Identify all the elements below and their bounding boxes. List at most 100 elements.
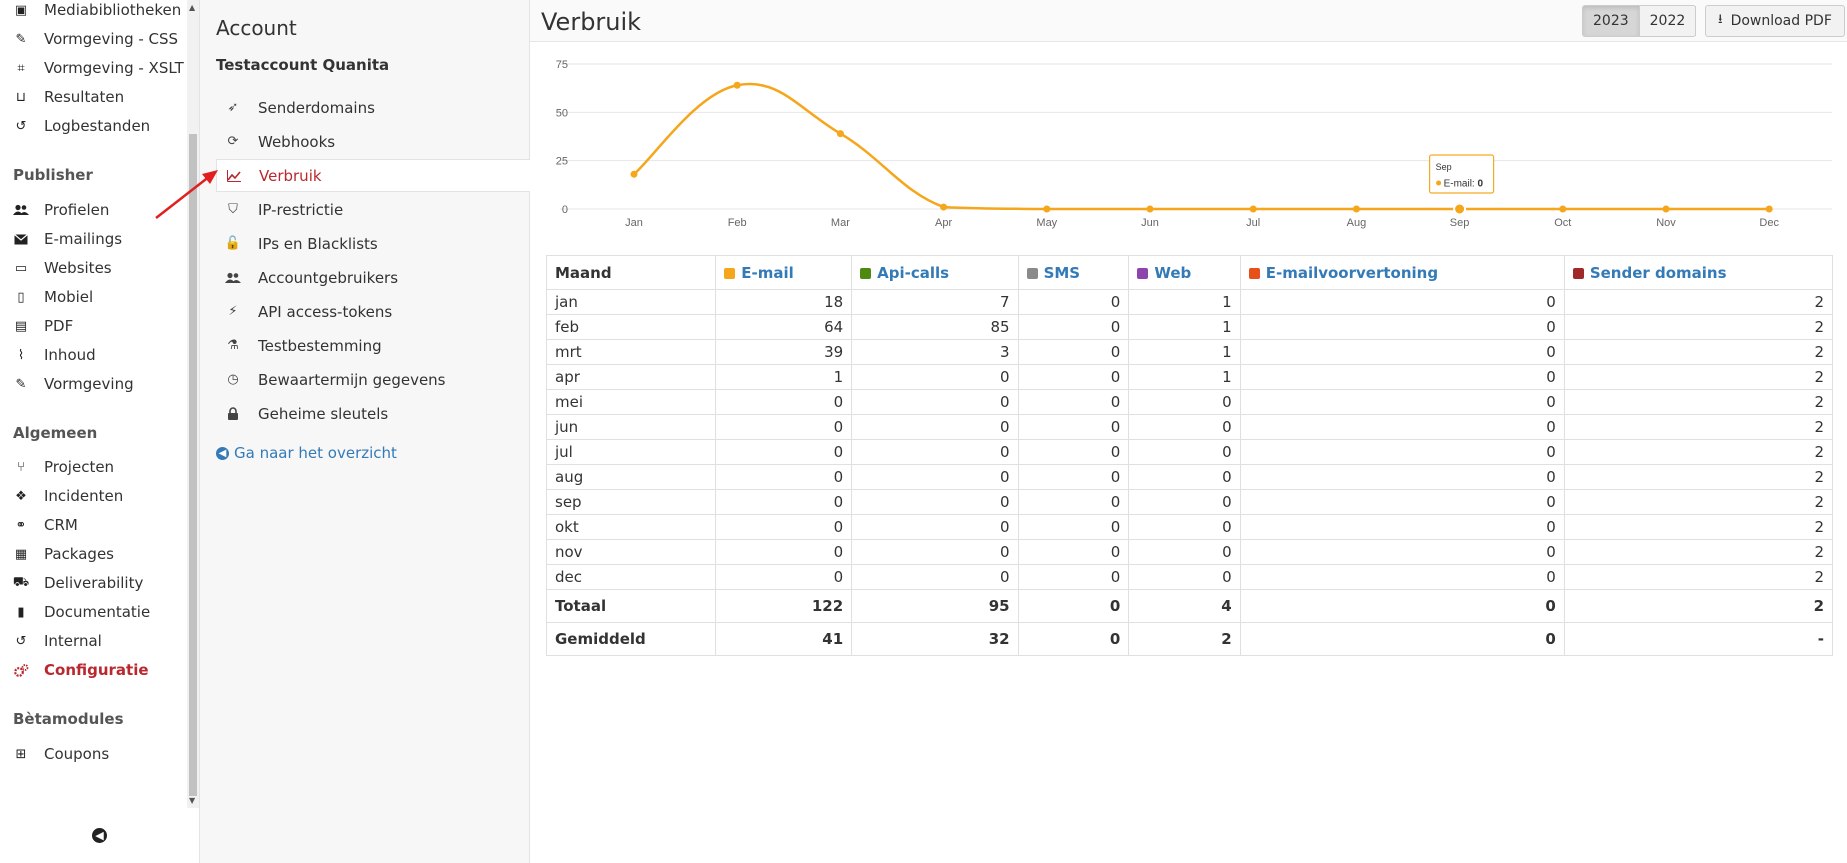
data-point[interactable] [1662,205,1670,213]
nav-item-deliverability[interactable]: ⛟ Deliverability [0,569,186,597]
column-header[interactable]: Api-calls [851,255,1019,290]
column-header-label[interactable]: Web [1154,264,1191,282]
nav-item-internal[interactable]: ↺ Internal [0,627,186,655]
year-2022-button[interactable]: 2022 [1638,6,1696,36]
shield-icon: ⛉ [228,202,238,217]
nav-item-configuratie[interactable]: Configuratie [0,656,186,684]
column-header-label[interactable]: Api-calls [877,264,949,282]
value-cell: 2 [1563,364,1834,390]
account-item-geheime-sleutels[interactable]: Geheime sleutels [216,397,530,430]
month-cell: jul [545,439,717,465]
nav-item-incidenten[interactable]: ❖ Incidenten [0,482,186,510]
column-header[interactable]: Web [1128,255,1241,290]
handshake-icon: ⚭ [15,517,27,533]
nav-item-vormgeving-css[interactable]: ✎ Vormgeving - CSS [0,25,186,53]
nav-item-pdf[interactable]: ▤ PDF [0,312,186,340]
value-cell: 0 [1017,289,1130,315]
left-nav-scrollbar[interactable]: ▲ ▼ [187,0,199,808]
scrollbar-thumb[interactable] [189,134,197,796]
data-point[interactable] [1043,205,1051,213]
code-file-icon: ⌗ [17,60,25,76]
nav-item-e-mailings[interactable]: E-mailings [0,225,186,253]
column-header-label[interactable]: E-mail [741,264,794,282]
scroll-up-arrow-icon[interactable]: ▲ [189,3,195,12]
data-point[interactable] [836,130,844,138]
monitor-icon: ▭ [14,260,28,276]
data-point[interactable] [940,203,948,211]
nav-item-coupons[interactable]: ⊞ Coupons [0,740,186,768]
nav-item-label: Projecten [44,458,115,476]
value-cell: 0 [1017,464,1130,490]
nav-section-algemeen: Algemeen [13,424,98,442]
value-cell: 2 [1563,589,1834,623]
account-item-ips-en-blacklists[interactable]: 🔓 IPs en Blacklists [216,227,530,260]
column-header-label[interactable]: SMS [1044,264,1081,282]
data-point[interactable] [1249,205,1257,213]
scroll-down-arrow-icon[interactable]: ▼ [189,796,195,805]
inbox-icon: ⊔ [15,89,27,105]
overview-link[interactable]: ◀ Ga naar het overzicht [216,444,397,462]
value-cell: 0 [1239,414,1565,440]
data-point[interactable] [1352,205,1360,213]
data-point[interactable] [1453,202,1467,216]
account-item-senderdomains[interactable]: ➶ Senderdomains [216,91,530,124]
value-cell: 2 [1563,314,1834,340]
nav-item-label: Configuratie [44,661,149,679]
gift-icon: ⊞ [15,746,27,762]
account-item-api-access-tokens[interactable]: ⚡ API access-tokens [216,295,530,328]
value-cell: 4 [1128,589,1241,623]
nav-item-logbestanden[interactable]: ↺ Logbestanden [0,112,186,140]
account-item-verbruik[interactable]: Verbruik [216,159,530,192]
nav-item-projecten[interactable]: ⑂ Projecten [0,453,186,481]
nav-item-resultaten[interactable]: ⊔ Resultaten [0,83,186,111]
x-tick-label: Jun [1141,217,1159,229]
column-header[interactable]: SMS [1017,255,1130,290]
nav-item-packages[interactable]: ▦ Packages [0,540,186,568]
column-header[interactable]: Sender domains [1563,255,1834,290]
value-cell: 0 [715,414,853,440]
x-tick-label: Jan [625,217,643,229]
nav-item-inhoud[interactable]: ⌇ Inhoud [0,341,186,369]
data-point[interactable] [1146,205,1154,213]
data-point[interactable] [1765,205,1773,213]
nav-item-documentatie[interactable]: ▮ Documentatie [0,598,186,626]
nav-item-mediabibliotheken[interactable]: ▣ Mediabibliotheken [0,0,186,24]
collapse-sidebar-icon[interactable]: ◀ [92,828,107,843]
fork-icon: ⑂ [17,459,25,475]
lock-open-icon: 🔓 [224,236,242,251]
data-point[interactable] [733,81,741,89]
id-card-icon: ▦ [14,546,28,562]
data-point[interactable] [1559,205,1567,213]
nav-item-crm[interactable]: ⚭ CRM [0,511,186,539]
tooltip-category: Sep [1436,162,1452,172]
value-cell: 85 [851,314,1019,340]
x-tick-label: Oct [1554,217,1571,229]
month-cell: sep [545,489,717,515]
account-item-testbestemming[interactable]: ⚗ Testbestemming [216,329,530,362]
history-icon: ↺ [15,118,27,134]
download-pdf-button[interactable]: ⭳ Download PDF [1705,5,1845,37]
nav-item-vormgeving-xslt[interactable]: ⌗ Vormgeving - XSLT [0,54,186,82]
value-cell: 0 [1017,314,1130,340]
column-header-label[interactable]: Sender domains [1590,264,1727,282]
year-2023-button[interactable]: 2023 [1583,6,1639,36]
account-item-webhooks[interactable]: ⟳ Webhooks [216,125,530,158]
account-item-bewaartermijn-gegevens[interactable]: ◷ Bewaartermijn gegevens [216,363,530,396]
value-cell: 2 [1563,339,1834,365]
nav-item-mobiel[interactable]: ▯ Mobiel [0,283,186,311]
column-header[interactable]: E-mail [715,255,853,290]
rss-icon: ⌇ [17,347,25,363]
value-cell: 0 [1239,514,1565,540]
nav-item-websites[interactable]: ▭ Websites [0,254,186,282]
nav-item-profielen[interactable]: Profielen [0,196,186,224]
account-item-ip-restrictie[interactable]: ⛉ IP-restrictie [216,193,530,226]
column-header[interactable]: E-mailvoorvertoning [1239,255,1565,290]
value-cell: 0 [1017,539,1130,565]
value-cell: 0 [1239,289,1565,315]
column-header-maand: Maand [545,255,717,290]
column-header-label[interactable]: E-mailvoorvertoning [1266,264,1438,282]
nav-item-vormgeving[interactable]: ✎ Vormgeving [0,370,186,398]
nav-item-label: Mediabibliotheken [44,1,182,19]
data-point[interactable] [630,170,638,178]
account-item-accountgebruikers[interactable]: Accountgebruikers [216,261,530,294]
